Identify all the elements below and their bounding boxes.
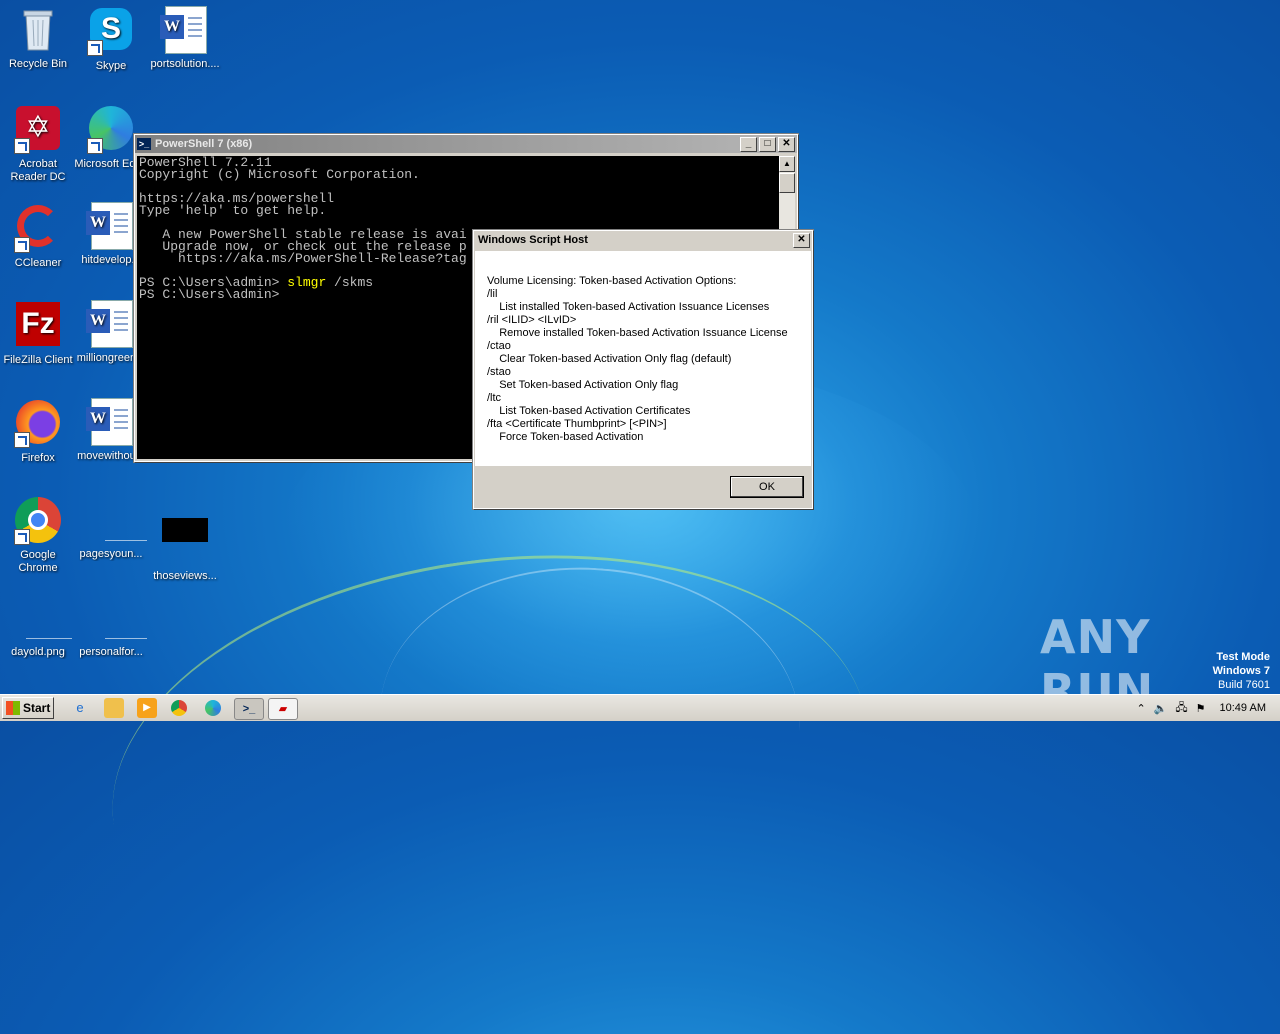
system-tray: ⌃ 🔈 🖧 ⚑ 10:49 AM: [1132, 697, 1280, 719]
test-mode-watermark: Test Mode Windows 7 Build 7601: [1212, 651, 1270, 691]
recycle-bin-icon: [14, 6, 62, 54]
dialog-message: Volume Licensing: Token-based Activation…: [475, 251, 811, 466]
chrome-icon: [14, 497, 62, 545]
chrome-taskbar-icon[interactable]: [171, 700, 187, 716]
dialog-text-line: /ltc: [487, 392, 502, 404]
scroll-thumb[interactable]: [779, 173, 795, 193]
powershell-taskbar-button[interactable]: >_: [234, 698, 264, 720]
desktop-icon-thoseviews[interactable]: thoseviews...: [147, 496, 223, 583]
desktop-icon-personalfor[interactable]: personalfor...: [73, 594, 149, 659]
dialog-close-button[interactable]: ✕: [793, 232, 810, 248]
show-hidden-icons[interactable]: ⌃: [1136, 702, 1145, 715]
ie-taskbar-icon[interactable]: e: [70, 698, 90, 718]
filezilla-icon: Fz: [14, 302, 62, 350]
dialog-text-line: /stao: [487, 366, 511, 378]
powershell-title: PowerShell 7 (x86): [155, 138, 253, 150]
minimize-button[interactable]: _: [740, 136, 757, 152]
scroll-up-button[interactable]: ▲: [779, 156, 795, 172]
desktop-icon-portsolution[interactable]: W portsolution....: [147, 6, 223, 71]
image-file-icon: [161, 518, 209, 566]
powershell-icon: >_: [137, 138, 151, 150]
desktop-icon-pagesyoun[interactable]: pagesyoun...: [73, 496, 149, 561]
dialog-text-line: Volume Licensing: Token-based Activation…: [487, 275, 737, 287]
console-line: Copyright (c) Microsoft Corporation.: [139, 167, 420, 182]
dialog-text-line: /fta <Certificate Thumbprint> [<PIN>]: [487, 418, 667, 430]
desktop-icon-ccleaner[interactable]: CCleaner: [0, 202, 76, 270]
dialog-titlebar[interactable]: Windows Script Host ✕: [474, 231, 812, 249]
edge-taskbar-icon[interactable]: [205, 700, 221, 716]
console-line: Type 'help' to get help.: [139, 203, 327, 218]
dialog-text-line: /lil: [487, 288, 498, 300]
explorer-taskbar-icon[interactable]: [104, 698, 124, 718]
windows-logo-icon: [6, 701, 20, 715]
word-document-icon: W: [160, 6, 209, 54]
volume-icon[interactable]: 🔈: [1154, 702, 1168, 715]
dialog-text-line: /ctao: [487, 340, 511, 352]
maximize-button[interactable]: □: [759, 136, 776, 152]
word-document-icon: W: [86, 300, 135, 348]
command-name: slmgr: [287, 275, 327, 290]
command-args: /skms: [326, 275, 374, 290]
word-document-icon: W: [86, 398, 135, 446]
desktop-icon-recycle-bin[interactable]: Recycle Bin: [0, 6, 76, 71]
desktop-icon-filezilla[interactable]: Fz FileZilla Client: [0, 300, 76, 367]
taskbar: Start e ▶ >_ ▰ ⌃ 🔈 🖧 ⚑ 10:49 AM: [0, 694, 1280, 721]
firefox-icon: [14, 400, 62, 448]
network-icon[interactable]: 🖧: [1175, 699, 1187, 718]
dialog-text-line: List Token-based Activation Certificates: [487, 405, 691, 417]
dialog-text-line: List installed Token-based Activation Is…: [487, 301, 770, 313]
blank-file-icon: [87, 496, 147, 544]
ok-button[interactable]: OK: [730, 476, 804, 498]
ccleaner-icon: [14, 205, 62, 253]
clock[interactable]: 10:49 AM: [1220, 702, 1266, 714]
png-file-icon: [14, 594, 72, 642]
word-document-icon: W: [86, 202, 135, 250]
start-button[interactable]: Start: [2, 697, 54, 719]
script-host-taskbar-button[interactable]: ▰: [268, 698, 298, 720]
dialog-text-line: /ril <ILID> <ILvID>: [487, 314, 577, 326]
desktop-icon-skype[interactable]: S Skype: [73, 6, 149, 73]
desktop-icon-chrome[interactable]: Google Chrome: [0, 496, 76, 575]
script-host-dialog[interactable]: Windows Script Host ✕ Volume Licensing: …: [473, 230, 813, 509]
dialog-text-line: Remove installed Token-based Activation …: [487, 327, 788, 339]
dialog-text-line: Set Token-based Activation Only flag: [487, 379, 679, 391]
close-button[interactable]: ✕: [778, 136, 795, 152]
media-player-taskbar-icon[interactable]: ▶: [137, 698, 157, 718]
desktop-icon-acrobat[interactable]: ✡ Acrobat Reader DC: [0, 104, 76, 184]
desktop-icon-dayold[interactable]: dayold.png: [0, 594, 76, 659]
dialog-text-line: Force Token-based Activation: [487, 431, 644, 443]
desktop-icon-firefox[interactable]: Firefox: [0, 398, 76, 465]
acrobat-icon: ✡: [14, 106, 62, 154]
action-center-flag-icon[interactable]: ⚑: [1196, 702, 1206, 715]
blank-file-icon: [87, 594, 147, 642]
dialog-title: Windows Script Host: [478, 234, 588, 246]
edge-icon: [87, 106, 135, 154]
skype-icon: S: [87, 8, 135, 56]
powershell-titlebar[interactable]: >_ PowerShell 7 (x86) _ □ ✕: [135, 135, 797, 153]
dialog-text-line: Clear Token-based Activation Only flag (…: [487, 353, 732, 365]
